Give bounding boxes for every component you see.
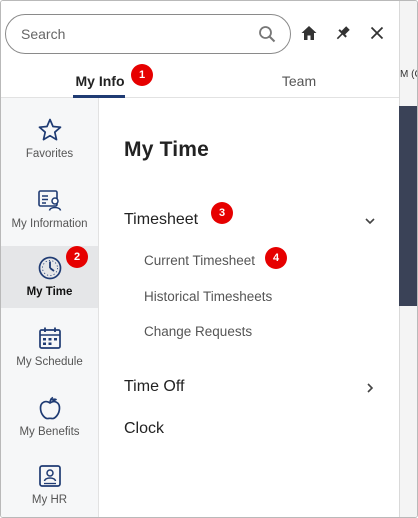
home-icon[interactable] [299, 23, 319, 43]
menu-item-current-timesheet[interactable]: Current Timesheet [144, 253, 255, 268]
window-frame: M (C My Info Team 1 [0, 0, 418, 518]
menu-item-change-requests[interactable]: Change Requests [144, 324, 252, 339]
clock-section-header[interactable]: Clock [124, 420, 379, 438]
menu-item-historical-timesheets[interactable]: Historical Timesheets [144, 289, 272, 304]
page-title: My Time [124, 138, 210, 161]
id-card-icon [36, 186, 64, 214]
star-icon [36, 116, 64, 144]
time-off-label: Time Off [124, 378, 185, 395]
step-badge-3: 3 [211, 202, 233, 224]
tab-bar: My Info Team [1, 63, 399, 98]
timesheet-section-header[interactable]: Timesheet [124, 211, 379, 229]
chevron-right-icon [364, 381, 376, 393]
tab-my-info[interactable]: My Info [61, 63, 139, 98]
timesheet-label: Timesheet [124, 211, 199, 228]
step-badge-2: 2 [66, 246, 88, 268]
clock-label: Clock [124, 420, 165, 437]
badge-icon [36, 462, 64, 490]
content-area: My Time Timesheet 3 Current Timesheet 4 … [99, 98, 399, 517]
sidebar-item-favorites[interactable]: Favorites [1, 108, 98, 170]
sidebar-item-label: My HR [31, 494, 68, 506]
sidebar-item-label: My Schedule [16, 356, 83, 368]
sidebar-item-my-information[interactable]: My Information [1, 178, 98, 240]
apple-icon [36, 394, 64, 422]
sidebar-item-my-schedule[interactable]: My Schedule [1, 316, 98, 378]
sidebar-item-my-hr[interactable]: My HR [1, 454, 98, 516]
sidebar: Favorites My Information My Time 2 My Sc… [1, 98, 99, 517]
tab-team[interactable]: Team [261, 63, 337, 98]
sidebar-item-label: Favorites [25, 148, 74, 160]
chevron-down-icon [364, 214, 376, 226]
clock-icon [36, 254, 64, 282]
tab-my-info-label: My Info [75, 72, 125, 89]
search-box [5, 14, 291, 54]
step-badge-1: 1 [131, 64, 153, 86]
sidebar-item-label: My Information [11, 218, 88, 230]
sidebar-item-my-benefits[interactable]: My Benefits [1, 386, 98, 448]
pin-icon[interactable] [333, 23, 353, 43]
background-page-banner [399, 106, 417, 306]
sidebar-item-label: My Time [26, 286, 73, 298]
search-icon[interactable] [258, 25, 276, 43]
navigation-panel: My Info Team 1 Favorites My Information [1, 1, 399, 517]
background-page-text: M (C [400, 69, 417, 80]
search-input[interactable] [6, 19, 236, 49]
calendar-icon [36, 324, 64, 352]
close-icon[interactable] [367, 23, 387, 43]
sidebar-item-label: My Benefits [19, 426, 80, 438]
step-badge-4: 4 [265, 247, 287, 269]
tab-team-label: Team [281, 72, 317, 89]
time-off-section-header[interactable]: Time Off [124, 378, 379, 396]
